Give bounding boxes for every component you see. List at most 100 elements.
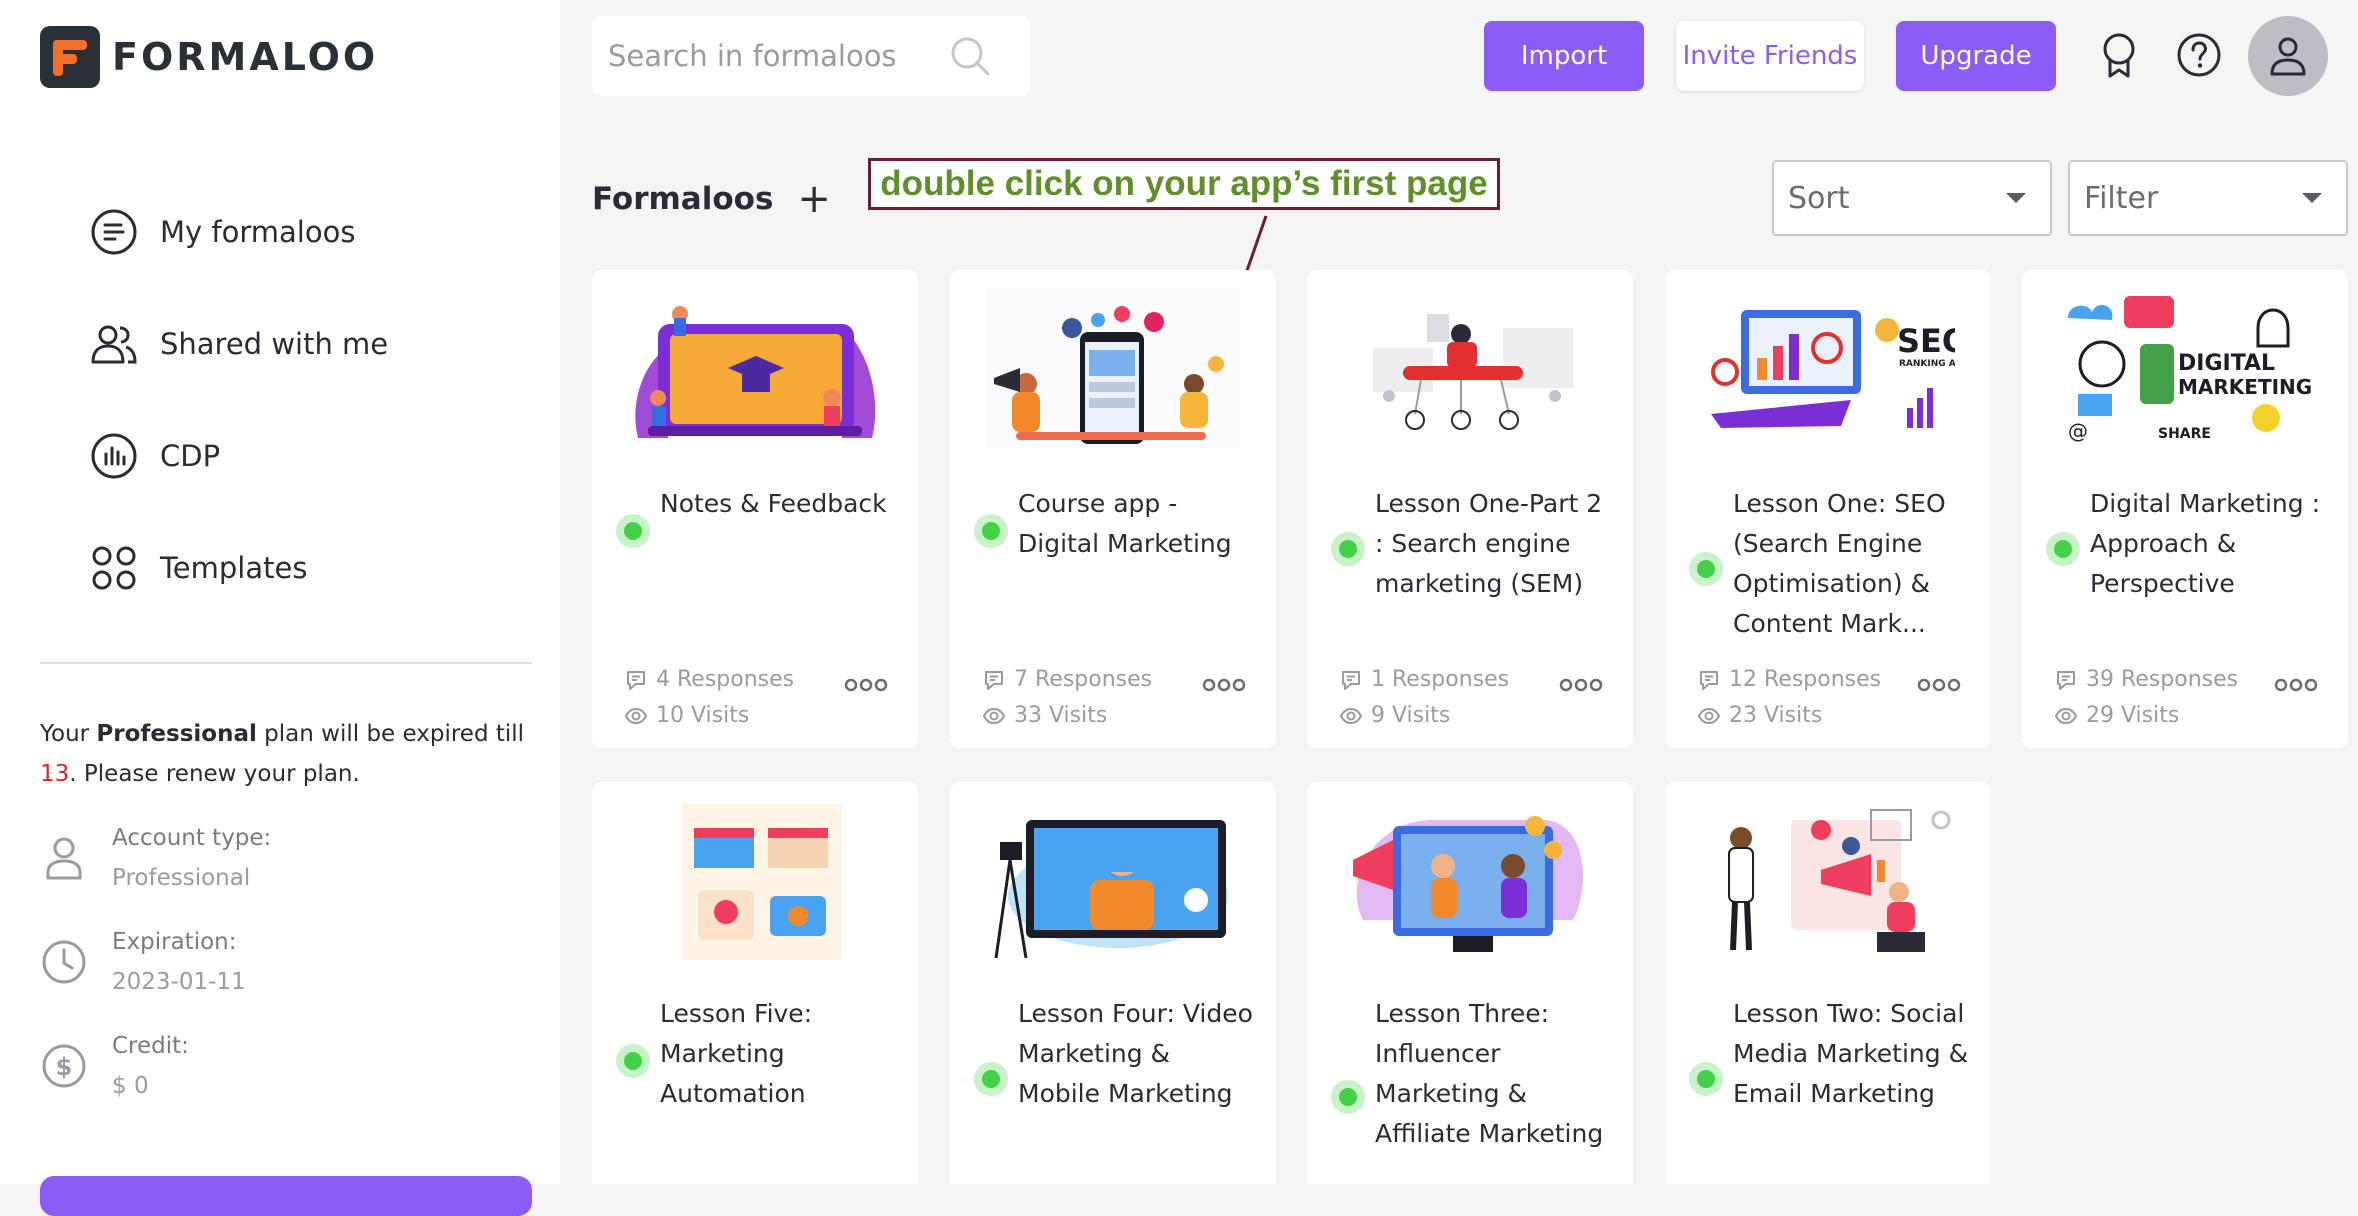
formaloo-card[interactable]: Lesson One-Part 2 : Search engine market… [1307, 270, 1633, 748]
account-type: Account type: Professional [40, 818, 271, 898]
card-title: Digital Marketing : Approach & Perspecti… [2090, 489, 2320, 598]
sidebar-divider [40, 662, 532, 664]
card-stats: 12 Responses 23 Visits [1697, 662, 1881, 734]
formaloo-card[interactable]: Lesson Four: Video Marketing & Mobile Ma… [950, 782, 1276, 1184]
avatar[interactable] [2248, 16, 2328, 96]
invite-friends-button[interactable]: Invite Friends [1676, 21, 1864, 91]
eye-icon [624, 707, 648, 725]
sidebar-action-button[interactable] [40, 1176, 532, 1216]
card-title: Lesson One: SEO (Search Engine Optimisat… [1733, 489, 1946, 638]
status-indicator [1331, 532, 1365, 566]
account-type-value: Professional [112, 865, 251, 891]
plan-prefix: Your [40, 721, 97, 747]
responses-icon [627, 671, 645, 690]
eye-icon [1697, 707, 1721, 725]
card-thumbnail [635, 306, 876, 438]
filter-dropdown[interactable]: Filter [2068, 160, 2348, 236]
responses-count: 39 Responses [2086, 667, 2239, 692]
user-avatar-icon [2270, 37, 2306, 76]
status-indicator [974, 514, 1008, 548]
status-indicator [974, 1062, 1008, 1096]
status-indicator [616, 514, 650, 548]
card-thumbnail [994, 820, 1228, 959]
seo-text: SEO [1897, 322, 1955, 360]
formaloo-card[interactable]: Lesson Five: Marketing Automation [592, 782, 918, 1184]
search-icon[interactable] [948, 34, 992, 78]
visits-count: 10 Visits [656, 703, 750, 728]
more-options-icon[interactable] [2274, 678, 2318, 692]
more-options-icon[interactable] [1917, 678, 1961, 692]
more-options-icon[interactable] [844, 678, 888, 692]
plan-middle: plan will be expired till [256, 721, 525, 747]
user-icon [46, 837, 82, 880]
sidebar-item-my-formaloos[interactable]: My formaloos [90, 176, 388, 288]
status-indicator [1689, 1062, 1723, 1096]
status-indicator [616, 1044, 650, 1078]
sidebar-item-shared[interactable]: Shared with me [90, 288, 388, 400]
card-title: Lesson Two: Social Media Marketing & Ema… [1733, 999, 1969, 1108]
responses-icon [2057, 671, 2075, 690]
card-title: Course app - Digital Marketing [1018, 489, 1232, 558]
sidebar-item-templates[interactable]: Templates [90, 512, 388, 624]
filter-label: Filter [2084, 180, 2159, 216]
logo[interactable]: FORMALOO [40, 26, 378, 88]
thumb-marketing-text: MARKETING [2178, 375, 2312, 399]
formaloo-card[interactable]: Course app - Digital Marketing 7 Respons… [950, 270, 1276, 748]
formaloo-card[interactable]: DIGITAL MARKETING SHARE @ Digital Market… [2022, 270, 2348, 748]
card-stats: 4 Responses 10 Visits [624, 662, 794, 734]
sidebar-item-label: CDP [160, 439, 221, 473]
formaloo-card[interactable]: Notes & Feedback 4 Responses 10 Visits [592, 270, 918, 748]
upgrade-button[interactable]: Upgrade [1896, 21, 2056, 91]
sort-label: Sort [1788, 180, 1850, 216]
formaloo-card[interactable]: SEO RANKING ANALYSIS Lesson One: SEO (Se… [1665, 270, 1991, 748]
search-input[interactable]: Search in formaloos [608, 39, 938, 73]
expiration-label: Expiration: [112, 929, 237, 955]
credit-value: $ 0 [112, 1073, 149, 1099]
visits-count: 23 Visits [1729, 703, 1823, 728]
page-title-text: Formaloos [592, 181, 774, 217]
dollar-icon: $ [42, 1044, 86, 1088]
responses-count: 7 Responses [1014, 667, 1153, 692]
annotation-callout: double click on your app’s first page [868, 158, 1500, 210]
responses-count: 4 Responses [656, 667, 795, 692]
clock-icon [42, 940, 86, 984]
seo-subtext: RANKING ANALYSIS [1899, 359, 1955, 369]
responses-count: 1 Responses [1371, 667, 1510, 692]
more-options-icon[interactable] [1559, 678, 1603, 692]
thumb-digital-text: DIGITAL [2178, 351, 2275, 376]
logo-mark-icon [40, 26, 100, 88]
eye-icon [982, 707, 1006, 725]
card-thumbnail [682, 804, 842, 960]
badge-icon[interactable] [2094, 30, 2144, 80]
credit: $ Credit: $ 0 [40, 1026, 189, 1106]
card-title: Lesson Three: Influencer Marketing & Aff… [1375, 999, 1604, 1148]
more-options-icon[interactable] [1202, 678, 1246, 692]
card-stats: 7 Responses 33 Visits [982, 662, 1152, 734]
search-bar[interactable]: Search in formaloos [592, 16, 1030, 96]
status-indicator [1331, 1080, 1365, 1114]
eye-icon [2054, 707, 2078, 725]
status-indicator [1689, 552, 1723, 586]
sidebar-item-cdp[interactable]: CDP [90, 400, 388, 512]
expiration-value: 2023-01-11 [112, 969, 246, 995]
card-thumbnail [1353, 816, 1583, 952]
users-icon [91, 325, 137, 364]
sort-dropdown[interactable]: Sort [1772, 160, 2052, 236]
card-thumbnail [986, 288, 1240, 448]
formaloo-card[interactable]: Lesson Three: Influencer Marketing & Aff… [1307, 782, 1633, 1184]
sidebar-item-label: Templates [160, 551, 308, 585]
account-type-label: Account type: [112, 825, 272, 851]
formaloo-card[interactable]: Lesson Two: Social Media Marketing & Ema… [1665, 782, 1991, 1184]
plan-suffix: . Please renew your plan. [69, 761, 360, 787]
help-icon[interactable] [2174, 30, 2224, 80]
status-indicator [2046, 532, 2080, 566]
chevron-down-icon [2006, 193, 2026, 203]
add-formaloo-button[interactable]: + [797, 176, 831, 222]
grid-icon [92, 546, 136, 590]
plan-notice: Your Professional plan will be expired t… [40, 714, 540, 794]
import-button[interactable]: Import [1484, 21, 1644, 91]
svg-text:@: @ [2068, 419, 2088, 443]
card-thumbnail: DIGITAL MARKETING SHARE @ [2058, 288, 2312, 448]
visits-count: 9 Visits [1371, 703, 1451, 728]
responses-count: 12 Responses [1729, 667, 1882, 692]
